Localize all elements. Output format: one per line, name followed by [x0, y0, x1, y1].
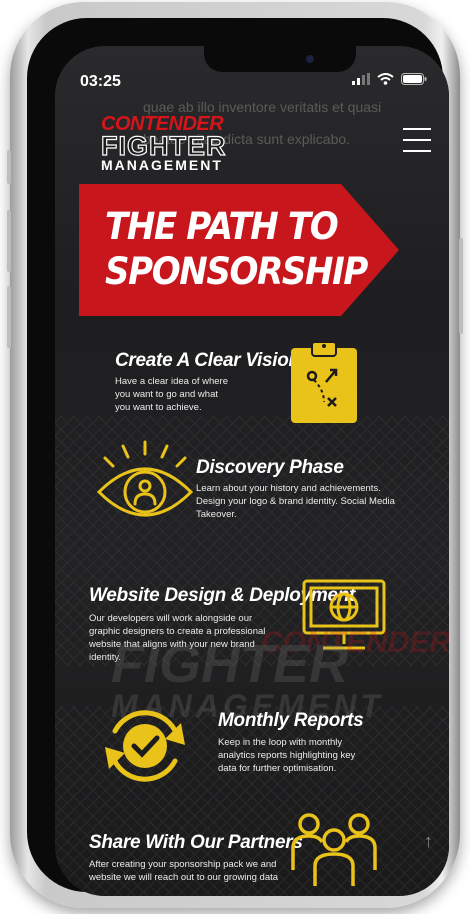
banner-title-line2: SPONSORSHIP	[105, 250, 368, 293]
clipboard-strategy-icon	[291, 341, 357, 423]
volume-down-button	[7, 286, 11, 348]
scroll-to-top-arrow-icon[interactable]: ↑	[424, 831, 433, 852]
step-title-reports: Monthly Reports	[218, 710, 364, 731]
phone-notch	[204, 46, 356, 72]
refresh-check-icon	[105, 710, 185, 782]
status-icons	[352, 73, 427, 85]
phone-screen: 03:25 quae ab illo inventore veritatis e…	[55, 46, 449, 896]
step-title-partners: Share With Our Partners	[89, 832, 303, 853]
status-time: 03:25	[80, 73, 121, 90]
step-title-discovery: Discovery Phase	[196, 457, 344, 478]
phone-bezel: 03:25 quae ab illo inventore veritatis e…	[27, 18, 449, 896]
phone-frame: 03:25 quae ab illo inventore veritatis e…	[7, 2, 463, 908]
signal-icon	[352, 73, 370, 85]
eye-person-icon	[96, 440, 194, 517]
volume-up-button	[7, 210, 11, 272]
team-people-icon	[291, 813, 377, 886]
menu-hamburger-icon[interactable]	[403, 128, 431, 152]
logo-line-management: MANAGEMENT	[101, 157, 223, 173]
silent-switch	[7, 150, 11, 184]
step-desc-partners: After creating your sponsorship pack we …	[89, 859, 279, 883]
headline-banner: THE PATH TO SPONSORSHIP	[79, 184, 399, 316]
step-desc-discovery: Learn about your history and achievement…	[196, 483, 395, 520]
power-button	[459, 238, 463, 334]
step-title-vision: Create A Clear Vision	[115, 350, 300, 371]
step-desc-vision: Have a clear idea of where you want to g…	[115, 376, 229, 413]
front-camera-icon	[306, 55, 314, 63]
brand-logo[interactable]: CONTENDER FIGHTER MANAGEMENT	[100, 114, 251, 173]
wifi-icon	[377, 73, 394, 85]
step-desc-reports: Keep in the loop with monthly analytics …	[218, 737, 356, 774]
battery-icon	[401, 73, 427, 85]
logo-line-fighter: FIGHTER	[100, 131, 227, 161]
banner-title: THE PATH TO SPONSORSHIP	[105, 204, 368, 294]
banner-title-line1: THE PATH TO	[105, 205, 339, 248]
